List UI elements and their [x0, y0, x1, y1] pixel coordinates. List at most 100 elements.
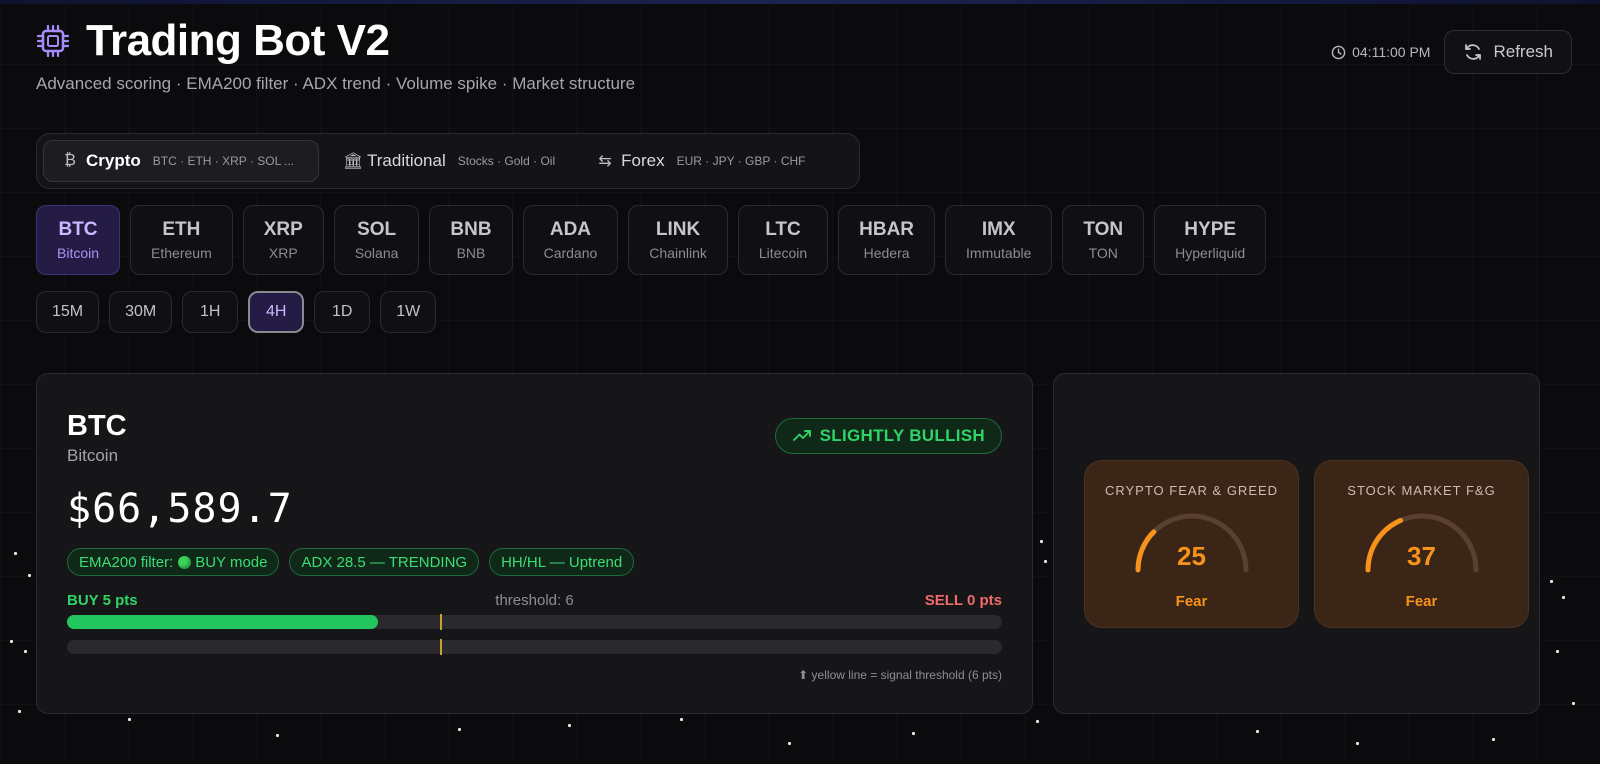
timeframe-1h[interactable]: 1H [182, 291, 239, 333]
tab-forex[interactable]: ⇆ Forex EUR · JPY · GBP · CHF [579, 140, 823, 182]
coin-hype[interactable]: HYPE Hyperliquid [1154, 205, 1267, 275]
fear-greed-card: CRYPTO FEAR & GREED 25 Fear STOCK MARKET… [1053, 373, 1540, 714]
timeframe-4h[interactable]: 4H [248, 291, 305, 333]
bank-icon: 🏛 [343, 153, 364, 170]
ema-mode: BUY mode [195, 553, 268, 571]
clock-icon [1331, 45, 1346, 59]
coin-bnb[interactable]: BNB BNB [429, 205, 513, 275]
market-tabs: ₿ Crypto BTC · ETH · XRP · SOL ... 🏛 Tra… [36, 133, 860, 189]
coin-name: Chainlink [649, 245, 707, 261]
timeframe-30m[interactable]: 30M [109, 291, 173, 333]
page-header: Trading Bot V2 Advanced scoring · EMA200… [36, 16, 635, 94]
buy-score-fill [67, 615, 379, 629]
tab-sublabel: Stocks · Gold · Oil [457, 154, 556, 168]
gauge-label: CRYPTO FEAR & GREED [1104, 483, 1279, 498]
asset-name: Bitcoin [67, 446, 119, 465]
coin-ltc[interactable]: LTC Litecoin [737, 205, 829, 275]
coin-name: Cardano [543, 245, 598, 261]
green-circle-icon [178, 555, 192, 569]
coin-sol[interactable]: SOL Solana [333, 205, 420, 275]
bitcoin-icon: ₿ [64, 152, 76, 169]
refresh-label: Refresh [1493, 42, 1553, 61]
coin-symbol: XRP [263, 219, 303, 240]
coin-selector: BTC Bitcoin ETH Ethereum XRP XRP SOL Solana … [36, 205, 1267, 275]
tab-label: Forex [621, 151, 665, 170]
exchange-icon: ⇆ [598, 153, 612, 170]
gauge-value: 25 [1177, 541, 1206, 571]
cpu-chip-icon [36, 24, 70, 58]
coin-symbol: ETH [162, 219, 201, 240]
buy-points-label: BUY 5 pts [67, 592, 138, 609]
coin-name: Immutable [966, 245, 1032, 261]
coin-name: Hyperliquid [1175, 245, 1246, 261]
tab-sublabel: BTC · ETH · XRP · SOL ... [152, 154, 295, 168]
buy-score-bar [67, 614, 1002, 630]
coin-btc[interactable]: BTC Bitcoin [36, 205, 121, 275]
coin-xrp[interactable]: XRP XRP [242, 205, 324, 275]
coin-symbol: ADA [549, 219, 592, 240]
ema200-pill: EMA200 filter: BUY mode [67, 548, 280, 576]
score-labels: threshold: 6 BUY 5 pts SELL 0 pts [67, 592, 1002, 612]
gauge-sentiment: Fear [1405, 593, 1438, 610]
top-accent-line [0, 0, 1600, 4]
coin-symbol: LINK [655, 219, 701, 240]
coin-link[interactable]: LINK Chainlink [628, 205, 728, 275]
tab-label: Traditional [367, 151, 446, 170]
asset-price: $66,589.7 [67, 486, 293, 532]
coin-ada[interactable]: ADA Cardano [522, 205, 619, 275]
tab-crypto[interactable]: ₿ Crypto BTC · ETH · XRP · SOL ... [43, 140, 319, 182]
threshold-marker [440, 614, 442, 630]
coin-hbar[interactable]: HBAR Hedera [838, 205, 936, 275]
indicator-pills: EMA200 filter: BUY mode ADX 28.5 — TREND… [67, 548, 635, 576]
coin-symbol: HBAR [859, 219, 915, 240]
threshold-footnote: ⬆ yellow line = signal threshold (6 pts) [798, 668, 1002, 682]
bias-label: SLIGHTLY BULLISH [819, 426, 985, 445]
gauge-label: STOCK MARKET F&G [1347, 483, 1496, 498]
header-actions: 04:11:00 PM Refresh [1331, 30, 1572, 74]
tab-label: Crypto [86, 151, 141, 170]
coin-name: BNB [456, 245, 486, 261]
asset-symbol: BTC [67, 410, 127, 442]
coin-symbol: BTC [58, 219, 98, 240]
tab-traditional[interactable]: 🏛 Traditional Stocks · Gold · Oil [325, 140, 573, 182]
timeframe-1d[interactable]: 1D [314, 291, 371, 333]
threshold-label: threshold: 6 [495, 592, 574, 609]
coin-symbol: TON [1083, 219, 1124, 240]
coin-imx[interactable]: IMX Immutable [945, 205, 1053, 275]
coin-name: Solana [354, 245, 399, 261]
stock-fear-greed-gauge: STOCK MARKET F&G 37 Fear [1314, 460, 1529, 628]
coin-name: Hedera [863, 245, 910, 261]
coin-name: Ethereum [151, 245, 212, 261]
timeframe-15m[interactable]: 15M [36, 291, 100, 333]
coin-symbol: HYPE [1184, 219, 1237, 240]
crypto-fear-greed-gauge: CRYPTO FEAR & GREED 25 Fear [1084, 460, 1299, 628]
timeframe-1w[interactable]: 1W [380, 291, 437, 333]
coin-name: Bitcoin [57, 245, 100, 261]
gauge-value: 37 [1407, 541, 1436, 571]
trending-up-icon [792, 430, 811, 441]
refresh-button[interactable]: Refresh [1444, 30, 1572, 74]
page-subtitle: Advanced scoring · EMA200 filter · ADX t… [36, 74, 636, 93]
structure-pill: HH/HL — Uptrend [489, 548, 635, 576]
timeframe-selector: 15M 30M 1H 4H 1D 1W [36, 291, 437, 333]
bias-badge: SLIGHTLY BULLISH [774, 418, 1002, 454]
refresh-icon [1465, 44, 1482, 60]
page-title: Trading Bot V2 [86, 16, 390, 65]
sell-points-label: SELL 0 pts [924, 592, 1002, 609]
current-time: 04:11:00 PM [1352, 44, 1431, 60]
sell-score-bar [67, 639, 1002, 655]
coin-name: XRP [268, 245, 298, 261]
coin-symbol: SOL [357, 219, 397, 240]
gauge-sentiment: Fear [1175, 593, 1208, 610]
ema-prefix: EMA200 filter: [79, 553, 174, 571]
coin-symbol: IMX [981, 219, 1016, 240]
coin-symbol: LTC [765, 219, 801, 240]
coin-ton[interactable]: TON TON [1062, 205, 1145, 275]
coin-eth[interactable]: ETH Ethereum [130, 205, 233, 275]
coin-symbol: BNB [450, 219, 492, 240]
threshold-marker [440, 639, 442, 655]
clock-readout: 04:11:00 PM [1331, 44, 1430, 60]
coin-name: Litecoin [758, 245, 808, 261]
coin-name: TON [1088, 245, 1118, 261]
tab-sublabel: EUR · JPY · GBP · CHF [676, 154, 806, 168]
